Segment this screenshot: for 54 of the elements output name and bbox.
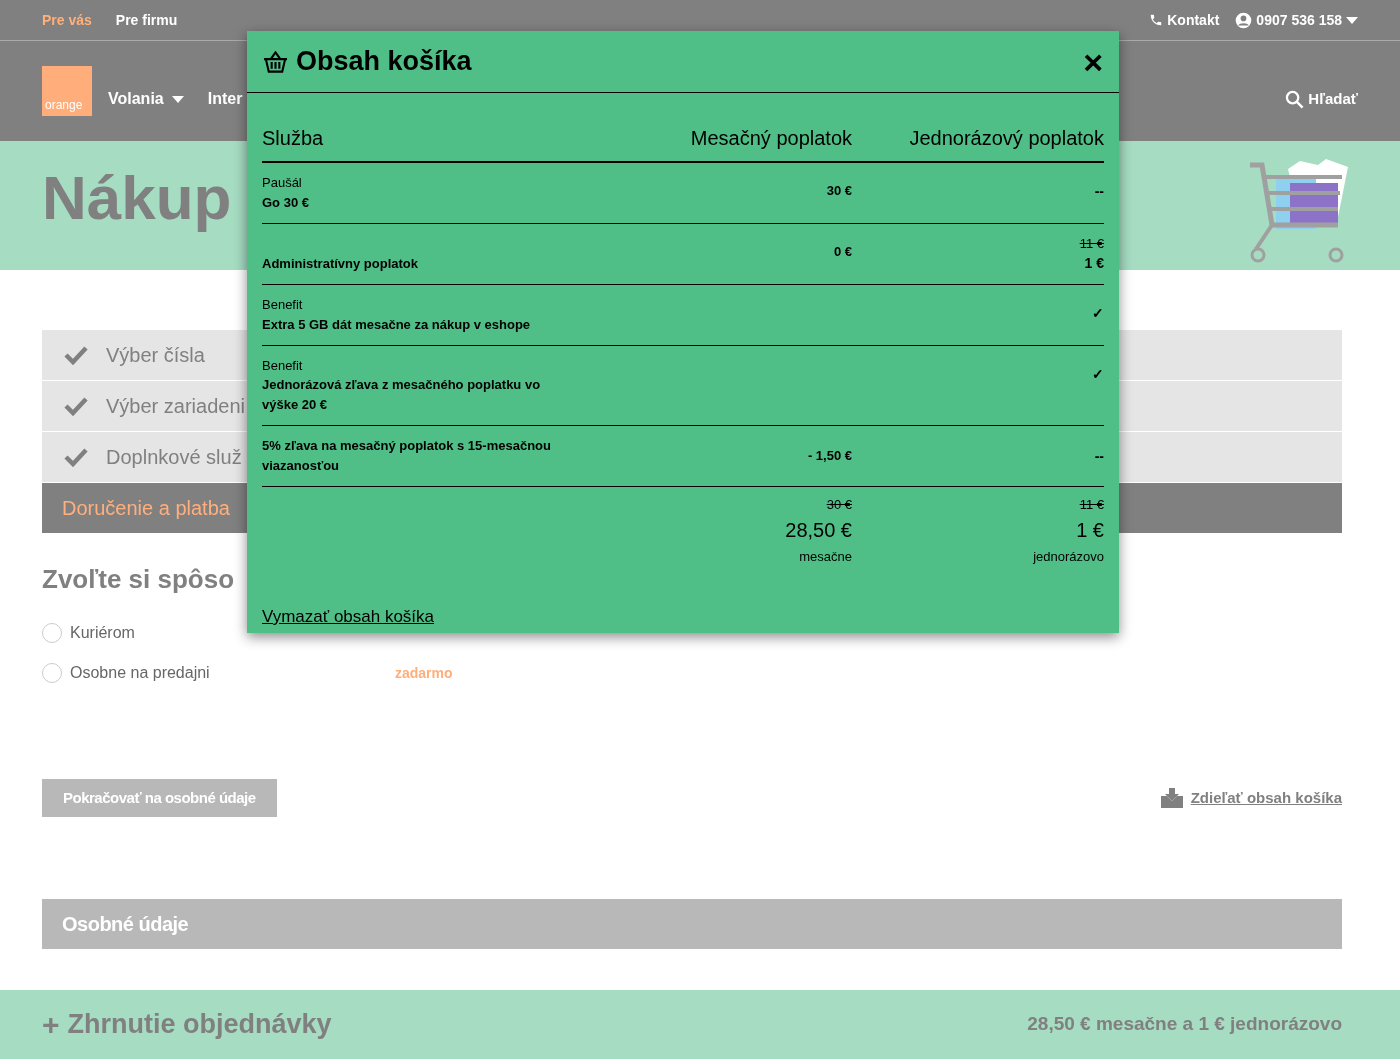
item-name: 5% zľava na mesačný poplatok s 15-mesačnou viazanosťou xyxy=(262,437,552,475)
clear-cart-link[interactable]: Vymazať obsah košíka xyxy=(262,607,435,626)
share-link[interactable]: Zdieľať obsah košíka xyxy=(1190,786,1342,810)
option-label: Kuriérom xyxy=(70,623,136,643)
section-bar[interactable]: Osobné údaje xyxy=(42,899,1342,949)
account-menu[interactable]: 0907 536 158 xyxy=(1256,9,1342,31)
monthly-fee: 30 € xyxy=(826,183,852,198)
item-category: Benefit xyxy=(262,296,304,314)
one-time-fee: -- xyxy=(1094,182,1104,201)
caret-icon xyxy=(1346,16,1358,24)
item-name: Extra 5 GB dát mesačne za nákup v eshope xyxy=(262,315,532,334)
monthly-fee: - 1,50 € xyxy=(807,447,852,466)
contact-link[interactable]: Kontakt xyxy=(1167,9,1220,31)
dialog-title: Obsah košíka xyxy=(296,45,472,79)
old-price: 30 € xyxy=(826,496,852,514)
item-name: Go 30 € xyxy=(262,193,310,212)
price-unit: mesačne xyxy=(799,547,852,566)
user-icon xyxy=(1235,11,1253,29)
option-label: Osobne na predajni xyxy=(70,663,211,683)
one-time-fee: 1 € xyxy=(1084,254,1104,273)
column-header: Služba xyxy=(262,126,325,151)
price-label: zadarmo xyxy=(395,663,453,683)
total-price: 1 € xyxy=(1076,517,1104,543)
item-category: Paušál xyxy=(262,174,303,192)
summary-total: 28,50 € mesačne a 1 € jednorázovo xyxy=(1027,1012,1342,1037)
nav-link[interactable]: Inter xyxy=(207,87,243,111)
page-title: Nákup xyxy=(42,162,232,234)
summary-title: Zhrnutie objednávky xyxy=(67,1008,332,1042)
search-icon xyxy=(1285,89,1305,109)
section-heading: Zvoľte si spôso xyxy=(42,563,236,596)
old-price: 11 € xyxy=(1079,234,1104,253)
monthly-fee: 0 € xyxy=(833,243,852,259)
radio-button[interactable] xyxy=(42,663,62,683)
radio-button[interactable] xyxy=(42,623,62,643)
search-link[interactable]: Hľadať xyxy=(1308,87,1358,111)
column-header: Jednorázový poplatok xyxy=(908,126,1104,151)
close-button[interactable]: × xyxy=(1083,44,1103,79)
one-time-fee: -- xyxy=(1094,446,1104,466)
one-time-fee: ✓ xyxy=(1092,364,1104,384)
total-price: 28,50 € xyxy=(785,517,852,543)
segment-link[interactable]: Pre firmu xyxy=(115,9,178,31)
price-unit: jednorázovo xyxy=(1033,547,1104,566)
nav-link[interactable]: Volania xyxy=(108,87,164,111)
column-header: Mesačný poplatok xyxy=(689,126,852,151)
download-icon xyxy=(1160,788,1183,808)
old-price: 11 € xyxy=(1079,496,1104,514)
basket-icon xyxy=(263,50,288,73)
expand-toggle[interactable]: + xyxy=(42,1009,60,1040)
segment-link[interactable]: Pre vás xyxy=(42,9,92,31)
item-name: Administratívny poplatok xyxy=(262,255,420,273)
one-time-fee: ✓ xyxy=(1092,304,1104,323)
phone-icon xyxy=(1149,13,1164,27)
item-name: Jednorázová zľava z mesačného poplatku vo výške 20 € xyxy=(262,376,542,414)
item-category: Benefit xyxy=(262,356,304,375)
